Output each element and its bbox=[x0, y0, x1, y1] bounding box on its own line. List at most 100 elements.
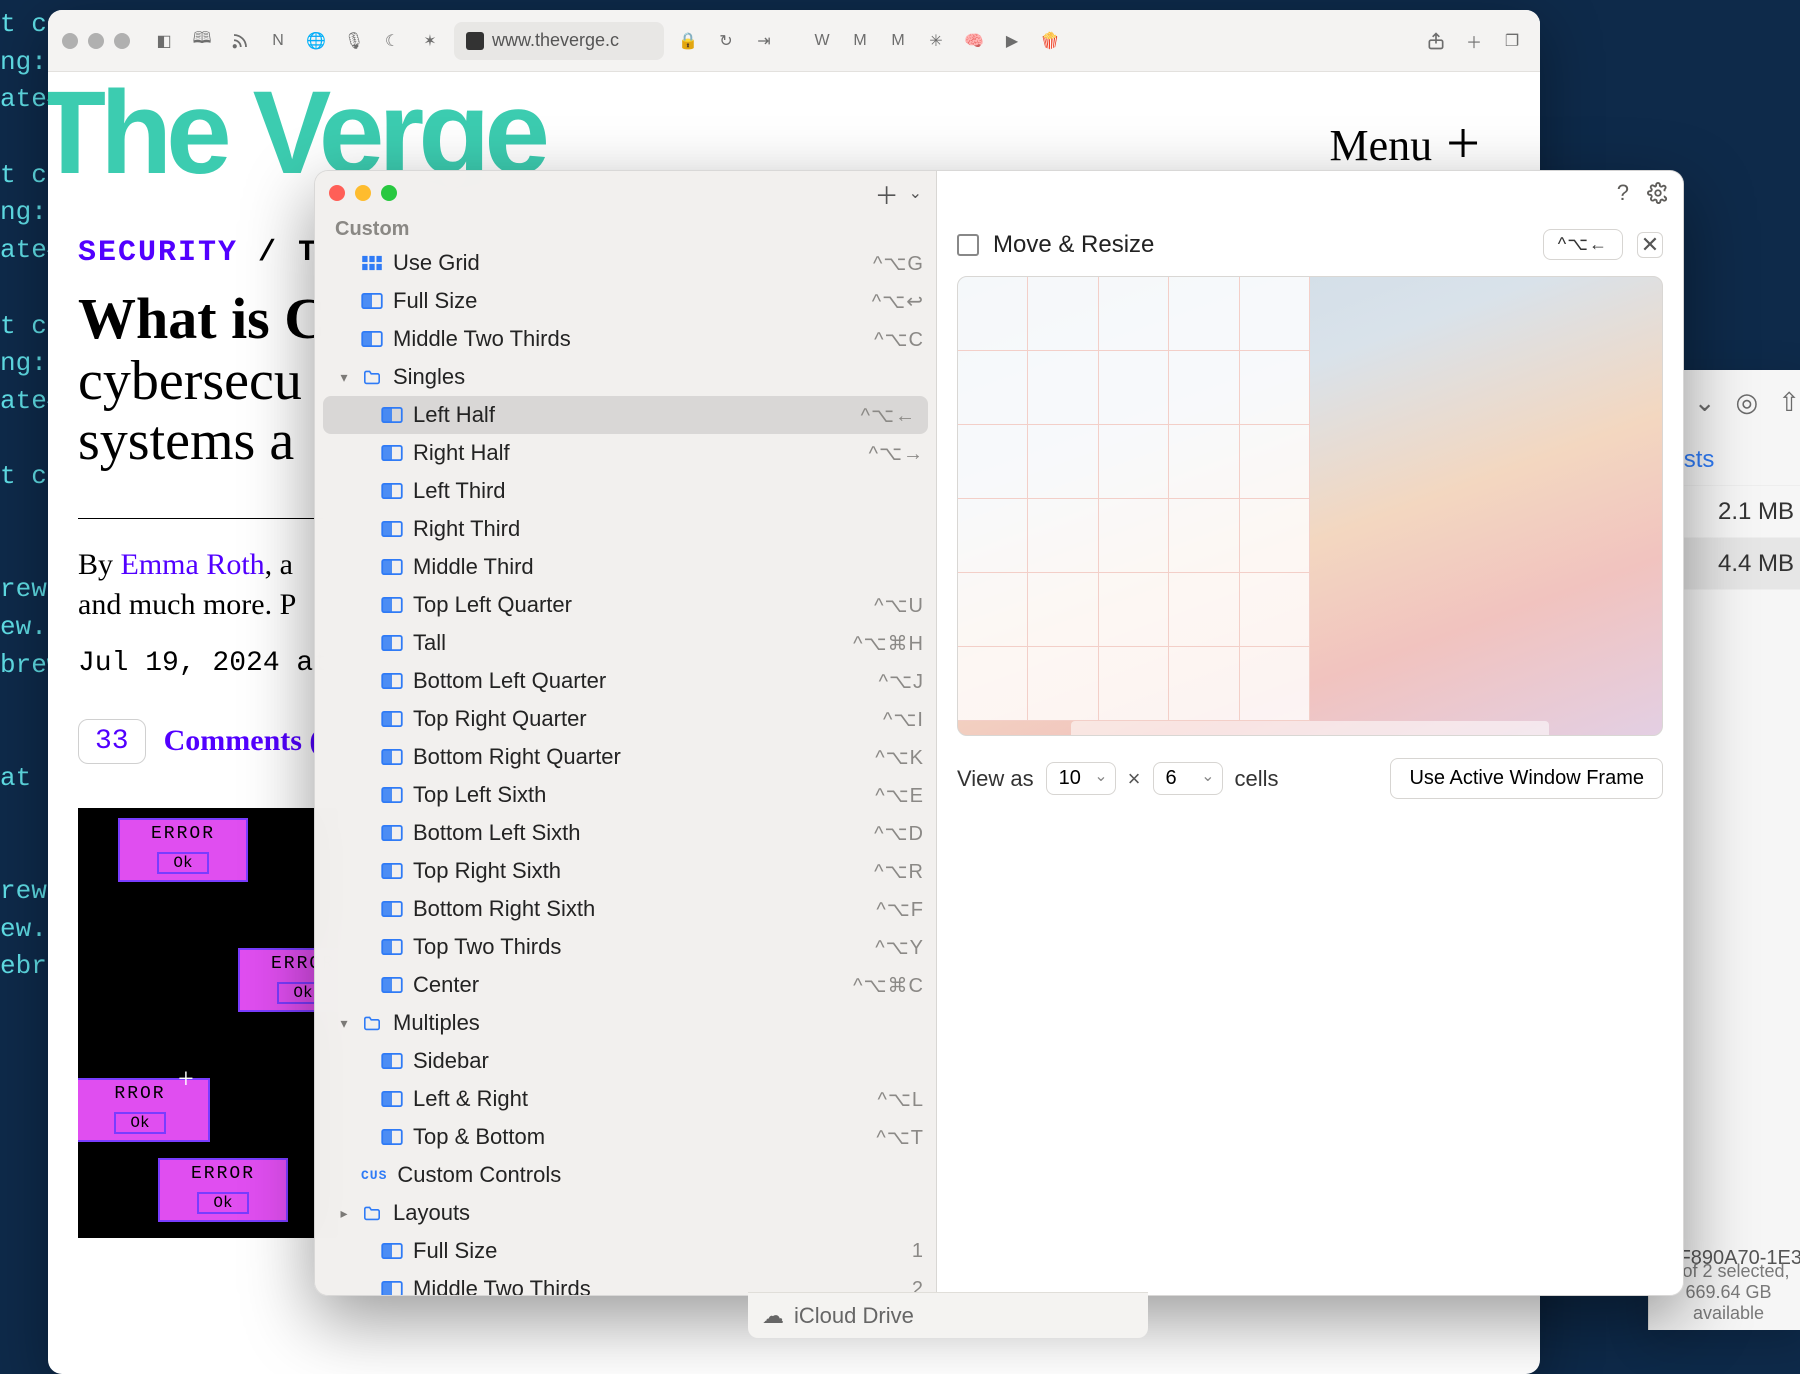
custom-item[interactable]: Middle Two Thirds^⌥C bbox=[315, 320, 936, 358]
item-shortcut: ^⌥J bbox=[879, 669, 924, 694]
extensions-icon-2[interactable]: ☾ bbox=[378, 27, 406, 55]
tab-icon-popcorn[interactable]: 🍿 bbox=[1036, 27, 1064, 55]
view-as-row: View as × cells Use Active Window Frame bbox=[937, 736, 1683, 821]
layout-icon bbox=[381, 977, 403, 993]
maximize-icon[interactable] bbox=[114, 33, 130, 49]
reading-list-icon[interactable]: 🕮 bbox=[188, 27, 216, 55]
multiples-item[interactable]: Left & Right^⌥L bbox=[315, 1080, 936, 1118]
tab-icon-youtube[interactable]: ▶ bbox=[998, 27, 1026, 55]
maximize-icon[interactable] bbox=[381, 185, 397, 201]
item-label: Bottom Right Sixth bbox=[413, 896, 866, 922]
item-label: Left Half bbox=[413, 402, 851, 428]
share-icon[interactable] bbox=[1422, 27, 1450, 55]
use-active-window-button[interactable]: Use Active Window Frame bbox=[1390, 758, 1663, 799]
url-text: www.theverge.c bbox=[492, 30, 619, 51]
singles-item[interactable]: Left Half^⌥← bbox=[323, 396, 928, 434]
url-bar[interactable]: www.theverge.c bbox=[454, 22, 664, 60]
translate-icon[interactable]: 🌐 bbox=[302, 27, 330, 55]
singles-item[interactable]: Tall ^⌥⌘H bbox=[315, 624, 936, 662]
layout-icon bbox=[381, 407, 403, 423]
item-label: Multiples bbox=[393, 1010, 914, 1036]
minimize-icon[interactable] bbox=[88, 33, 104, 49]
share-icon[interactable]: ⇧ bbox=[1778, 387, 1800, 418]
item-label: Full Size bbox=[393, 288, 862, 314]
item-shortcut: ^⌥D bbox=[874, 821, 924, 846]
close-icon[interactable] bbox=[62, 33, 78, 49]
detail-header: Move & Resize ^⌥← ✕ bbox=[937, 215, 1683, 270]
folder-layouts[interactable]: ▸Layouts bbox=[315, 1194, 936, 1232]
reader-icon[interactable]: ⇥ bbox=[750, 27, 778, 55]
clear-shortcut-button[interactable]: ✕ bbox=[1637, 232, 1663, 258]
singles-item[interactable]: Bottom Left Sixth ^⌥D bbox=[315, 814, 936, 852]
singles-item[interactable]: Bottom Right Sixth^⌥F bbox=[315, 890, 936, 928]
traffic-lights[interactable] bbox=[62, 33, 130, 49]
sidebar-icon[interactable]: ◧ bbox=[150, 27, 178, 55]
singles-item[interactable]: Top Right Sixth^⌥R bbox=[315, 852, 936, 890]
singles-item[interactable]: Center^⌥⌘C bbox=[315, 966, 936, 1004]
grid-preview[interactable] bbox=[957, 276, 1663, 736]
rss-icon[interactable] bbox=[226, 27, 254, 55]
disclosure-icon[interactable]: ▸ bbox=[337, 1205, 351, 1222]
singles-item[interactable]: Bottom Right Quarter^⌥K bbox=[315, 738, 936, 776]
singles-item[interactable]: Middle Third bbox=[315, 548, 936, 586]
rows-select[interactable] bbox=[1153, 762, 1223, 795]
new-tab-icon[interactable]: ＋ bbox=[1460, 27, 1488, 55]
multiples-item[interactable]: Top & Bottom^⌥T bbox=[315, 1118, 936, 1156]
singles-item[interactable]: Bottom Left Quarter^⌥J bbox=[315, 662, 936, 700]
singles-item[interactable]: Top Two Thirds^⌥Y bbox=[315, 928, 936, 966]
close-icon[interactable] bbox=[329, 185, 345, 201]
item-shortcut: ^⌥⌘H bbox=[853, 631, 924, 656]
tab-icon-m2[interactable]: M bbox=[884, 27, 912, 55]
item-label: Tall bbox=[413, 630, 843, 656]
author-link[interactable]: Emma Roth bbox=[121, 548, 265, 581]
rect-traffic-lights[interactable] bbox=[329, 185, 397, 201]
item-label: Left & Right bbox=[413, 1086, 867, 1112]
reload-icon[interactable]: ↻ bbox=[712, 27, 740, 55]
layouts-item[interactable]: Full Size1 bbox=[315, 1232, 936, 1270]
lock-icon[interactable]: 🔒 bbox=[674, 27, 702, 55]
dropdown-icon[interactable]: ⌄ bbox=[909, 183, 922, 203]
tabs-overview-icon[interactable]: ❐ bbox=[1498, 27, 1526, 55]
disclosure-icon[interactable]: ▾ bbox=[337, 1015, 351, 1032]
extensions-icon-1[interactable]: 🎙 bbox=[340, 27, 368, 55]
plus-overlay-icon: + bbox=[178, 1064, 194, 1096]
comments-label[interactable]: Comments ( bbox=[164, 724, 320, 758]
extensions-icon-3[interactable]: ✶ bbox=[416, 27, 444, 55]
tab-icon-brain[interactable]: 🧠 bbox=[960, 27, 988, 55]
tab-icon-pinwheel[interactable]: ✳︎ bbox=[922, 27, 950, 55]
tab-icon-m1[interactable]: M bbox=[846, 27, 874, 55]
item-shortcut: ^⌥↩ bbox=[872, 289, 924, 314]
custom-item[interactable]: Full Size ^⌥↩ bbox=[315, 282, 936, 320]
comments-count[interactable]: 33 bbox=[78, 719, 146, 764]
folder-singles[interactable]: ▾Singles bbox=[315, 358, 936, 396]
tag-security[interactable]: SECURITY bbox=[78, 236, 238, 270]
cols-select[interactable] bbox=[1046, 762, 1116, 795]
disclosure-icon[interactable]: ▾ bbox=[337, 369, 351, 386]
custom-item[interactable]: Use Grid^⌥G bbox=[315, 244, 936, 282]
singles-item[interactable]: Right Half^⌥→ bbox=[315, 434, 936, 472]
help-button[interactable]: ? bbox=[1617, 180, 1629, 206]
item-shortcut: ^⌥Y bbox=[875, 935, 924, 960]
cus-badge: CUS bbox=[361, 1168, 387, 1183]
singles-item[interactable]: Top Left Quarter^⌥U bbox=[315, 586, 936, 624]
multiples-item[interactable]: Sidebar bbox=[315, 1042, 936, 1080]
menu-button[interactable]: Menu + bbox=[1330, 120, 1481, 171]
airdrop-icon[interactable]: ◎ bbox=[1736, 387, 1759, 418]
settings-icon[interactable] bbox=[1647, 182, 1669, 204]
singles-item[interactable]: Top Left Sixth^⌥E bbox=[315, 776, 936, 814]
tab-icon-w[interactable]: W bbox=[808, 27, 836, 55]
singles-item[interactable]: Left Third bbox=[315, 472, 936, 510]
custom-controls-item[interactable]: CUSCustom Controls bbox=[315, 1156, 936, 1194]
minimize-icon[interactable] bbox=[355, 185, 371, 201]
add-button[interactable]: ＋ bbox=[875, 176, 899, 211]
folder-multiples[interactable]: ▾ Multiples bbox=[315, 1004, 936, 1042]
singles-item[interactable]: Top Right Quarter^⌥I bbox=[315, 700, 936, 738]
notion-icon[interactable]: N bbox=[264, 27, 292, 55]
item-label: Bottom Left Sixth bbox=[413, 820, 864, 846]
layout-icon bbox=[381, 597, 403, 613]
item-shortcut: ^⌥K bbox=[875, 745, 924, 770]
icloud-path-bar[interactable]: ☁︎ iCloud Drive bbox=[748, 1292, 1148, 1338]
shortcut-chip[interactable]: ^⌥← bbox=[1543, 229, 1623, 260]
singles-item[interactable]: Right Third bbox=[315, 510, 936, 548]
chevron-down-icon[interactable]: ⌄ bbox=[1694, 387, 1716, 418]
